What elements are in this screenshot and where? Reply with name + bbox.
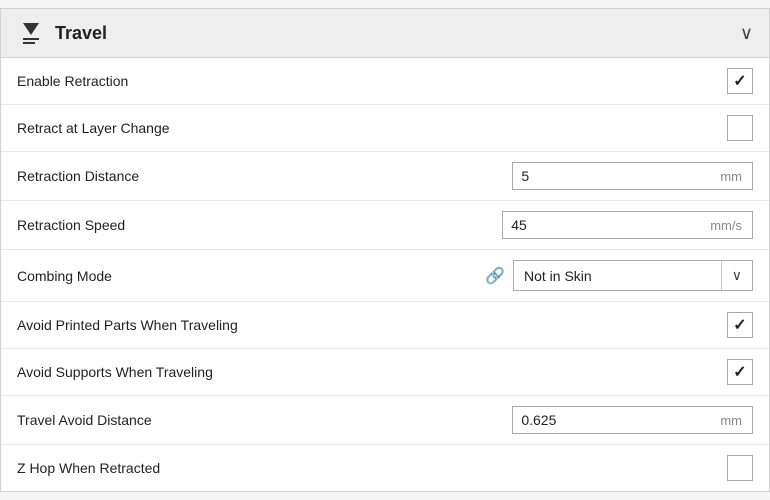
control-retraction-speed: mm/s — [502, 211, 753, 239]
setting-row-enable-retraction: Enable Retraction — [1, 58, 769, 105]
header-left: Travel — [17, 19, 107, 47]
label-enable-retraction: Enable Retraction — [17, 73, 727, 89]
input-travel-avoid-distance[interactable] — [513, 407, 710, 433]
setting-row-avoid-supports: Avoid Supports When Traveling — [1, 349, 769, 396]
travel-icon — [17, 19, 45, 47]
setting-row-retract-layer-change: Retract at Layer Change — [1, 105, 769, 152]
setting-row-retraction-distance: Retraction Distance mm — [1, 152, 769, 201]
icon-line-1 — [23, 38, 39, 40]
checkbox-z-hop-retracted[interactable] — [727, 455, 753, 481]
select-chevron-icon: ∨ — [721, 261, 752, 290]
input-box-retraction-speed: mm/s — [502, 211, 753, 239]
checkbox-retract-layer-change[interactable] — [727, 115, 753, 141]
unit-retraction-speed: mm/s — [700, 213, 752, 238]
travel-panel: Travel ∨ Enable Retraction Retract at Lay… — [0, 8, 770, 492]
control-avoid-supports — [727, 359, 753, 385]
label-avoid-supports: Avoid Supports When Traveling — [17, 364, 727, 380]
setting-row-retraction-speed: Retraction Speed mm/s — [1, 201, 769, 250]
panel-header: Travel ∨ — [1, 9, 769, 58]
control-z-hop-retracted — [727, 455, 753, 481]
panel-title: Travel — [55, 23, 107, 44]
select-value-combing-mode: Not in Skin — [514, 262, 721, 290]
collapse-button[interactable]: ∨ — [740, 23, 753, 44]
unit-travel-avoid-distance: mm — [710, 408, 752, 433]
label-retract-layer-change: Retract at Layer Change — [17, 120, 727, 136]
control-enable-retraction — [727, 68, 753, 94]
label-travel-avoid-distance: Travel Avoid Distance — [17, 412, 512, 428]
setting-row-combing-mode: Combing Mode 🔗 Not in Skin∨ — [1, 250, 769, 302]
icon-triangle — [23, 23, 39, 35]
label-combing-mode: Combing Mode — [17, 268, 112, 284]
unit-retraction-distance: mm — [710, 164, 752, 189]
input-retraction-speed[interactable] — [503, 212, 700, 238]
label-retraction-speed: Retraction Speed — [17, 217, 502, 233]
setting-row-z-hop-retracted: Z Hop When Retracted — [1, 445, 769, 491]
setting-row-avoid-printed-parts: Avoid Printed Parts When Traveling — [1, 302, 769, 349]
label-retraction-distance: Retraction Distance — [17, 168, 512, 184]
icon-line-2 — [23, 42, 35, 44]
setting-row-travel-avoid-distance: Travel Avoid Distance mm — [1, 396, 769, 445]
icon-lines — [23, 38, 39, 44]
settings-list: Enable Retraction Retract at Layer Change… — [1, 58, 769, 491]
input-box-retraction-distance: mm — [512, 162, 753, 190]
input-retraction-distance[interactable] — [513, 163, 710, 189]
control-avoid-printed-parts — [727, 312, 753, 338]
control-travel-avoid-distance: mm — [512, 406, 753, 434]
checkbox-avoid-supports[interactable] — [727, 359, 753, 385]
checkbox-enable-retraction[interactable] — [727, 68, 753, 94]
control-retract-layer-change — [727, 115, 753, 141]
select-combing-mode[interactable]: Not in Skin∨ — [513, 260, 753, 291]
checkbox-avoid-printed-parts[interactable] — [727, 312, 753, 338]
combing-left: Combing Mode — [17, 268, 112, 284]
label-avoid-printed-parts: Avoid Printed Parts When Traveling — [17, 317, 727, 333]
input-box-travel-avoid-distance: mm — [512, 406, 753, 434]
control-combing-mode: 🔗 Not in Skin∨ — [485, 260, 753, 291]
label-z-hop-retracted: Z Hop When Retracted — [17, 460, 727, 476]
control-retraction-distance: mm — [512, 162, 753, 190]
chain-icon[interactable]: 🔗 — [485, 266, 505, 286]
